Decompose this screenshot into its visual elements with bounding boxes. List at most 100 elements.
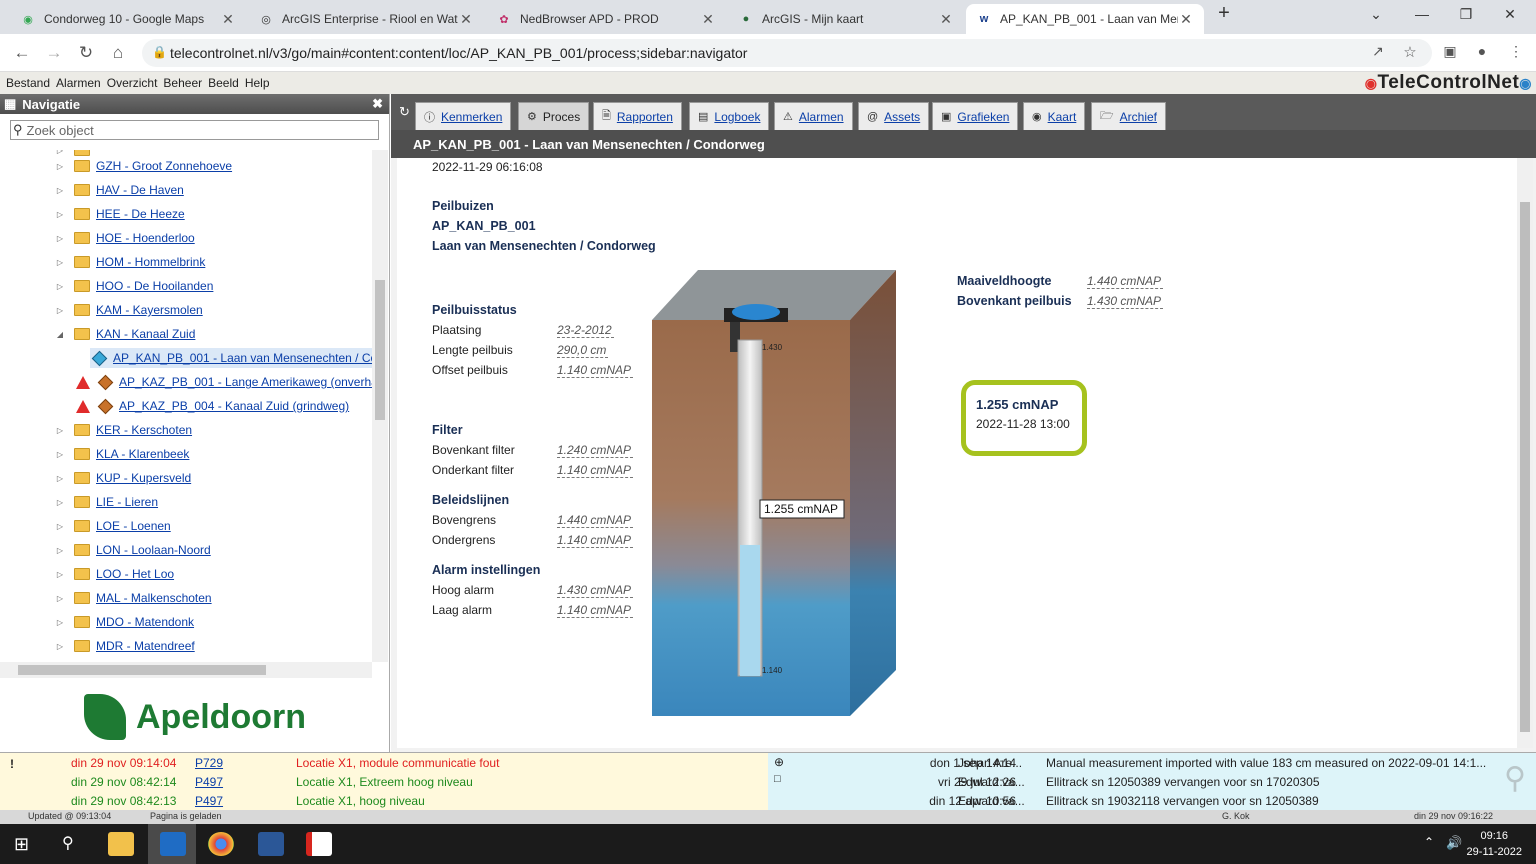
tree-item-hoo[interactable]: ▷ HOO - De Hooilanden [55, 276, 213, 296]
tab-kaart[interactable]: ◉ Kaart [1023, 102, 1086, 130]
tree-item-loe[interactable]: ▷ LOE - Loenen [55, 516, 171, 536]
windows-start-icon[interactable]: ⊞ [14, 834, 29, 855]
tree-item-kaz-001[interactable]: AP_KAZ_PB_001 - Lange Amerikaweg (onverh… [76, 372, 372, 392]
tree-item-hoe[interactable]: ▷ HOE - Hoenderloo [55, 228, 195, 248]
expand-icon[interactable]: ▷ [55, 450, 65, 459]
tree-link[interactable]: GZH - Groot Zonnehoeve [96, 159, 232, 173]
value-laag-alarm[interactable]: 1.140 cmNAP [557, 603, 634, 618]
tree-link[interactable]: KER - Kerschoten [96, 423, 192, 437]
value-onderkant-filter[interactable]: 1.140 cmNAP [557, 463, 634, 478]
value-plaatsing[interactable]: 23-2-2012 [557, 323, 614, 338]
tree-item-kan[interactable]: ◢ KAN - Kanaal Zuid [55, 324, 195, 344]
alarm-row[interactable]: din 29 nov 08:42:14 P497 Locatie X1, Extre… [0, 772, 768, 791]
expand-icon[interactable]: ▷ [55, 618, 65, 627]
tree-item-hee[interactable]: ▷ HEE - De Heeze [55, 204, 185, 224]
star-icon[interactable]: ☆ [1400, 43, 1420, 61]
tree-link[interactable]: LIE - Lieren [96, 495, 158, 509]
tree-link[interactable]: KLA - Klarenbeek [96, 447, 189, 461]
close-icon[interactable]: ✕ [458, 11, 474, 28]
expand-icon[interactable]: ▷ [55, 210, 65, 219]
expand-icon[interactable]: ▷ [55, 186, 65, 195]
share-icon[interactable]: ↗ [1368, 43, 1388, 60]
expand-icon[interactable]: ▷ [55, 162, 65, 171]
menu-bestand[interactable]: Bestand [6, 76, 50, 90]
tree-item-lie[interactable]: ▷ LIE - Lieren [55, 492, 158, 512]
note-row[interactable]: don 1 sep 14:14 Johan Are... Manual measur… [768, 756, 1536, 775]
scroll-thumb[interactable] [1520, 202, 1530, 732]
tree-link[interactable]: LON - Loolaan-Noord [96, 543, 211, 557]
expand-icon[interactable]: ▷ [55, 594, 65, 603]
url-input[interactable]: 🔒 telecontrolnet.nl/v3/go/main#content:co… [142, 39, 1432, 67]
word-icon[interactable] [258, 832, 284, 856]
tree-link[interactable]: HAV - De Haven [96, 183, 184, 197]
tree-link[interactable]: HEE - De Heeze [96, 207, 185, 221]
tree-item-kla[interactable]: ▷ KLA - Klarenbeek [55, 444, 189, 464]
tab-kenmerken[interactable]: ⓘ Kenmerken [415, 102, 512, 130]
close-icon[interactable]: ✕ [700, 11, 716, 28]
close-icon[interactable]: ✕ [220, 11, 236, 28]
chrome-icon[interactable] [208, 832, 234, 856]
tree-link[interactable]: HOM - Hommelbrink [96, 255, 205, 269]
value-offset[interactable]: 1.140 cmNAP [557, 363, 634, 378]
browser-tab-active[interactable]: w AP_KAN_PB_001 - Laan van Mens ✕ [966, 4, 1204, 34]
tab-proces[interactable]: ⚙ Proces [518, 102, 590, 130]
expand-icon[interactable]: ▷ [55, 282, 65, 291]
alarm-row[interactable]: din 29 nov 09:14:04 P729 Locatie X1, modul… [0, 753, 768, 772]
expand-icon[interactable]: ▷ [55, 474, 65, 483]
expand-icon[interactable]: ▷ [55, 426, 65, 435]
tree-item-kup[interactable]: ▷ KUP - Kupersveld [55, 468, 191, 488]
tree-link[interactable]: LOO - Het Loo [96, 567, 174, 581]
tree-link[interactable]: MAL - Malkenschoten [96, 591, 212, 605]
expand-icon[interactable]: ▷ [55, 234, 65, 243]
close-icon[interactable]: ✖ [372, 96, 383, 112]
tree-item-ker[interactable]: ▷ KER - Kerschoten [55, 420, 192, 440]
tree-link[interactable]: AP_KAZ_PB_001 - Lange Amerikaweg (onverh… [119, 375, 372, 389]
tab-label[interactable]: Grafieken [957, 110, 1009, 124]
scroll-thumb[interactable] [375, 280, 385, 420]
tree-link[interactable]: HOO - De Hooilanden [96, 279, 213, 293]
tab-rapporten[interactable]: 🗎 Rapporten [593, 102, 682, 130]
menu-overzicht[interactable]: Overzicht [107, 76, 158, 90]
browser-tab[interactable]: ◎ ArcGIS Enterprise - Riool en Wate ✕ [248, 4, 484, 34]
alarm-row[interactable]: din 29 nov 08:42:13 P497 Locatie X1, hoog … [0, 791, 768, 810]
sidepanel-icon[interactable]: ▣ [1440, 43, 1460, 60]
kebab-menu-icon[interactable]: ⋮ [1506, 43, 1526, 60]
expand-icon[interactable]: ▷ [55, 642, 65, 651]
tab-label[interactable]: Assets [884, 110, 920, 124]
collapse-icon[interactable]: ◢ [55, 330, 65, 339]
pane-vertical-scrollbar[interactable] [1517, 158, 1533, 748]
tree-link[interactable]: HOE - Hoenderloo [96, 231, 195, 245]
outlook-icon[interactable] [160, 832, 186, 856]
tab-label[interactable]: Archief [1120, 110, 1157, 124]
tree-item-selected[interactable]: AP_KAN_PB_001 - Laan van Mensenechten / … [90, 348, 372, 368]
tab-label[interactable]: Kenmerken [441, 110, 502, 124]
tab-alarmen[interactable]: ⚠ Alarmen [774, 102, 853, 130]
tree-link[interactable]: LOE - Loenen [96, 519, 171, 533]
expand-icon[interactable]: ▷ [55, 306, 65, 315]
pdf-icon[interactable] [306, 832, 332, 856]
value-bovenkant-peilbuis[interactable]: 1.430 cmNAP [1087, 294, 1164, 309]
reload-icon[interactable]: ↻ [76, 43, 96, 63]
tree-item-gzh[interactable]: ▷ GZH - Groot Zonnehoeve [55, 156, 232, 176]
forward-icon[interactable]: → [44, 43, 64, 63]
tab-label[interactable]: Alarmen [799, 110, 844, 124]
search-icon[interactable]: ⚲ [62, 833, 74, 853]
tree-item-mal[interactable]: ▷ MAL - Malkenschoten [55, 588, 212, 608]
alarm-code-link[interactable]: P497 [195, 794, 223, 808]
expand-icon[interactable]: ▷ [55, 570, 65, 579]
tree-item-kaz-004[interactable]: AP_KAZ_PB_004 - Kanaal Zuid (grindweg) [76, 396, 349, 416]
maximize-icon[interactable]: ❐ [1456, 6, 1476, 23]
tree-item-lon[interactable]: ▷ LON - Loolaan-Noord [55, 540, 211, 560]
value-bovengrens[interactable]: 1.440 cmNAP [557, 513, 634, 528]
tab-label[interactable]: Kaart [1048, 110, 1077, 124]
back-icon[interactable]: ← [12, 43, 32, 63]
profile-icon[interactable]: ● [1472, 43, 1492, 59]
value-ondergrens[interactable]: 1.140 cmNAP [557, 533, 634, 548]
menu-beeld[interactable]: Beeld [208, 76, 239, 90]
close-icon[interactable]: ✕ [1178, 11, 1194, 28]
minimize-icon[interactable]: — [1412, 6, 1432, 22]
menu-help[interactable]: Help [245, 76, 270, 90]
scroll-thumb[interactable] [18, 665, 266, 675]
tree-link[interactable]: KAM - Kayersmolen [96, 303, 203, 317]
tree-item-hom[interactable]: ▷ HOM - Hommelbrink [55, 252, 205, 272]
